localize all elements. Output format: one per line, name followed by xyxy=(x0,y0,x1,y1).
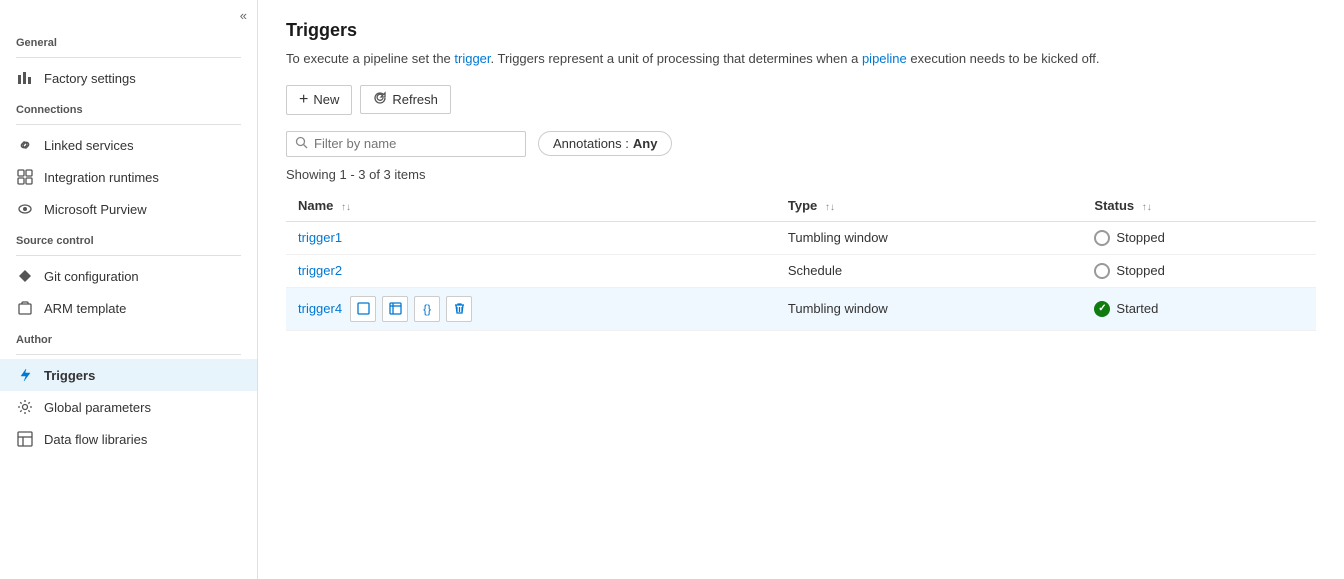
sidebar-item-git-configuration[interactable]: Git configuration xyxy=(0,260,257,292)
cell-status: Stopped xyxy=(1082,221,1316,254)
sidebar-item-label: Git configuration xyxy=(44,269,139,284)
status-badge-trigger1: Stopped xyxy=(1094,230,1304,246)
annotations-button[interactable]: Annotations : Any xyxy=(538,131,672,156)
sidebar-item-factory-settings[interactable]: Factory settings xyxy=(0,62,257,94)
stopped-icon xyxy=(1094,230,1110,246)
collapse-button[interactable]: « xyxy=(0,0,257,27)
diamond-icon xyxy=(16,267,34,285)
page-description: To execute a pipeline set the trigger. T… xyxy=(286,49,1266,69)
page-title: Triggers xyxy=(286,20,1316,41)
trigger2-link[interactable]: trigger2 xyxy=(298,263,342,278)
cell-name: trigger2 xyxy=(286,254,776,287)
sidebar-item-label: Global parameters xyxy=(44,400,151,415)
box-icon xyxy=(16,299,34,317)
search-icon xyxy=(295,136,308,152)
refresh-button-label: Refresh xyxy=(392,92,438,107)
highlight-pipeline: pipeline xyxy=(862,51,907,66)
sort-icon-status[interactable]: ↑↓ xyxy=(1142,202,1152,213)
column-header-type: Type ↑↓ xyxy=(776,190,1083,222)
status-badge-trigger2: Stopped xyxy=(1094,263,1304,279)
sidebar-item-label: Data flow libraries xyxy=(44,432,147,447)
plus-icon: + xyxy=(299,91,308,109)
section-label-source-control: Source control xyxy=(0,225,257,251)
main-content: Triggers To execute a pipeline set the t… xyxy=(258,0,1344,579)
divider-author xyxy=(16,354,241,355)
link-icon xyxy=(16,136,34,154)
sidebar-item-label: Integration runtimes xyxy=(44,170,159,185)
table-row: trigger4 {} xyxy=(286,287,1316,331)
lightning-icon xyxy=(16,366,34,384)
delete-action-button[interactable] xyxy=(446,296,472,322)
divider-connections xyxy=(16,124,241,125)
sidebar-item-arm-template[interactable]: ARM template xyxy=(0,292,257,324)
status-badge-trigger4: Started xyxy=(1094,301,1304,317)
sidebar-item-global-parameters[interactable]: Global parameters xyxy=(0,391,257,423)
search-input[interactable] xyxy=(314,136,517,151)
toolbar: + New Refresh xyxy=(286,85,1316,115)
cell-status: Started xyxy=(1082,287,1316,331)
settings-icon xyxy=(16,398,34,416)
filter-input-wrap[interactable] xyxy=(286,131,526,157)
sidebar-item-microsoft-purview[interactable]: Microsoft Purview xyxy=(0,193,257,225)
section-label-author: Author xyxy=(0,324,257,350)
chart-icon xyxy=(16,69,34,87)
stopped-icon xyxy=(1094,263,1110,279)
table-row: trigger1 Tumbling window Stopped xyxy=(286,221,1316,254)
sidebar-item-triggers[interactable]: Triggers xyxy=(0,359,257,391)
column-header-name: Name ↑↓ xyxy=(286,190,776,222)
cell-name: trigger4 {} xyxy=(286,288,776,331)
refresh-button[interactable]: Refresh xyxy=(360,85,451,114)
showing-text: Showing 1 - 3 of 3 items xyxy=(286,167,1316,182)
eye-icon xyxy=(16,200,34,218)
refresh-icon xyxy=(373,91,387,108)
table-header-row: Name ↑↓ Type ↑↓ Status ↑↓ xyxy=(286,190,1316,222)
sidebar-item-label: Linked services xyxy=(44,138,134,153)
sidebar-item-label: Triggers xyxy=(44,368,95,383)
divider-source-control xyxy=(16,255,241,256)
started-icon xyxy=(1094,301,1110,317)
sort-icon-type[interactable]: ↑↓ xyxy=(825,202,835,213)
divider-general xyxy=(16,57,241,58)
sidebar-item-label: Microsoft Purview xyxy=(44,202,147,217)
trigger1-link[interactable]: trigger1 xyxy=(298,230,342,245)
cell-type: Tumbling window xyxy=(776,221,1083,254)
column-header-status: Status ↑↓ xyxy=(1082,190,1316,222)
section-label-connections: Connections xyxy=(0,94,257,120)
filter-row: Annotations : Any xyxy=(286,131,1316,157)
collapse-icon: « xyxy=(240,8,247,23)
edit-action-button[interactable] xyxy=(382,296,408,322)
grid-icon xyxy=(16,168,34,186)
cell-status: Stopped xyxy=(1082,254,1316,287)
cell-type: Tumbling window xyxy=(776,287,1083,331)
sidebar: « General Factory settings Connections L… xyxy=(0,0,258,579)
new-button-label: New xyxy=(313,92,339,107)
sidebar-item-linked-services[interactable]: Linked services xyxy=(0,129,257,161)
triggers-table: Name ↑↓ Type ↑↓ Status ↑↓ trigger1 Tum xyxy=(286,190,1316,332)
run-action-button[interactable] xyxy=(350,296,376,322)
highlight-trigger: trigger xyxy=(454,51,490,66)
code-icon: {} xyxy=(423,302,431,316)
code-action-button[interactable]: {} xyxy=(414,296,440,322)
table-icon xyxy=(16,430,34,448)
new-button[interactable]: + New xyxy=(286,85,352,115)
sidebar-item-label: ARM template xyxy=(44,301,126,316)
status-text: Stopped xyxy=(1116,230,1164,245)
section-label-general: General xyxy=(0,27,257,53)
sidebar-item-label: Factory settings xyxy=(44,71,136,86)
sidebar-item-integration-runtimes[interactable]: Integration runtimes xyxy=(0,161,257,193)
sort-icon-name[interactable]: ↑↓ xyxy=(341,202,351,213)
table-row: trigger2 Schedule Stopped xyxy=(286,254,1316,287)
annotations-label: Annotations : xyxy=(553,136,629,151)
status-text: Started xyxy=(1116,301,1158,316)
annotations-value: Any xyxy=(633,136,658,151)
cell-type: Schedule xyxy=(776,254,1083,287)
sidebar-item-data-flow-libraries[interactable]: Data flow libraries xyxy=(0,423,257,455)
status-text: Stopped xyxy=(1116,263,1164,278)
row-actions-trigger4: {} xyxy=(350,296,472,322)
cell-name: trigger1 xyxy=(286,221,776,254)
trigger4-link[interactable]: trigger4 xyxy=(298,301,342,316)
